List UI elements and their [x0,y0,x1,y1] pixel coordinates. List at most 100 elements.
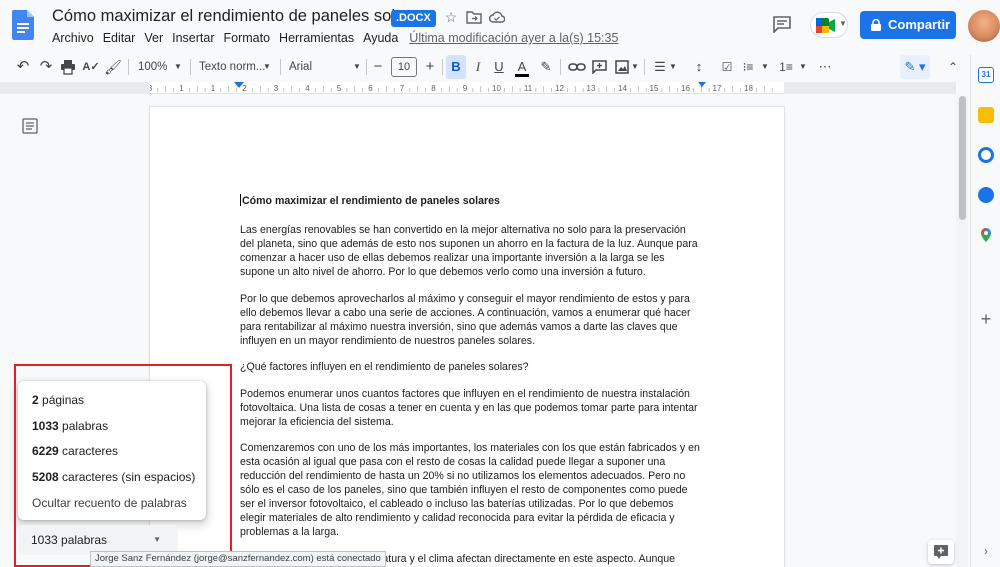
explore-button[interactable] [928,540,954,564]
decrease-font-size-icon[interactable]: − [370,55,386,79]
ruler-tick-label: 8 [431,84,436,93]
undo-icon[interactable]: ↶ [14,55,32,79]
bold-icon[interactable]: B [446,55,466,79]
document-page[interactable]: Cómo maximizar el rendimiento de paneles… [150,107,784,567]
ruler-tick-label: 7 [400,84,405,93]
bulleted-list-icon[interactable]: ⁝≡ [739,55,757,79]
add-addon-icon[interactable]: + [978,310,994,328]
ruler-tick-label: 13 [587,84,596,93]
chevron-down-icon[interactable]: ▼ [798,55,808,79]
collapse-menus-icon[interactable]: ⌃ [944,55,962,79]
meet-icon [816,18,835,33]
menu-formato[interactable]: Formato [224,31,271,45]
toolbar-separator [280,59,281,75]
tasks-icon[interactable] [978,147,994,163]
scrollbar-thumb[interactable] [959,96,966,220]
right-indent-marker-icon[interactable] [698,82,706,87]
explore-icon [934,545,948,559]
ruler-tick-label: 6 [368,84,373,93]
red-highlight-annotation [14,364,232,567]
document-title[interactable]: Cómo maximizar el rendimiento de paneles… [52,7,427,26]
checklist-icon[interactable]: ☑ [718,55,736,79]
ruler[interactable]: 31123456789101112131415161718 [148,82,784,94]
lock-icon [871,19,881,31]
chevron-down-icon[interactable]: ▼ [760,55,770,79]
menu-herramientas[interactable]: Herramientas [279,31,354,45]
user-avatar[interactable] [968,10,1000,42]
expand-panel-icon[interactable]: › [978,543,994,559]
chevron-down-icon: ▼ [174,62,182,71]
increase-font-size-icon[interactable]: + [422,55,438,79]
chevron-down-icon: ▼ [263,62,271,71]
title-bar: Cómo maximizar el rendimiento de paneles… [0,0,1000,52]
document-body[interactable]: Cómo maximizar el rendimiento de paneles… [240,194,700,567]
style-value: Texto norm... [199,61,266,73]
chevron-down-icon[interactable]: ▼ [668,55,678,79]
meet-button[interactable]: ▼ [810,12,848,38]
ruler-tick-label: 16 [681,84,690,93]
contacts-icon[interactable] [978,187,994,203]
highlight-color-icon[interactable]: ✎ [537,55,555,79]
more-options-icon[interactable]: ⋯ [816,55,834,79]
ruler-tick-label: 3 [150,84,153,93]
menu-insertar[interactable]: Insertar [172,31,214,45]
ruler-tick-label: 3 [274,84,279,93]
line-spacing-icon[interactable]: ↕ [690,55,708,79]
menu-archivo[interactable]: Archivo [52,31,94,45]
heading-text: Cómo maximizar el rendimiento de paneles… [242,195,500,207]
underline-icon[interactable]: U [490,55,508,79]
italic-icon[interactable]: I [469,55,487,79]
toolbar-separator [644,59,645,75]
cloud-saved-icon[interactable] [489,9,505,25]
align-left-icon[interactable]: ☰ [651,55,669,79]
docx-format-badge: .DOCX [391,10,436,27]
redo-icon[interactable]: ↷ [37,55,55,79]
menu-ayuda[interactable]: Ayuda [363,31,398,45]
subheading-1: ¿Qué factores influyen en el rendimiento… [240,361,529,373]
toolbar-separator [190,59,191,75]
last-modified-link[interactable]: Última modificación ayer a la(s) 15:35 [409,31,618,45]
maps-icon[interactable] [978,227,994,243]
menu-ver[interactable]: Ver [144,31,163,45]
text-color-icon[interactable]: A [512,55,532,79]
meet-dropdown-icon: ▼ [839,19,847,28]
document-outline-icon[interactable] [22,118,38,134]
keep-icon[interactable] [978,107,994,123]
ruler-tick-label: 12 [555,84,564,93]
paragraph-1: Las energías renovables se han convertid… [240,224,698,278]
font-select[interactable]: Arial ▼ [289,55,365,79]
insert-image-icon[interactable] [615,60,629,74]
ruler-tick-label: 14 [618,84,627,93]
ruler-tick-label: 11 [524,84,533,93]
formatting-toolbar: ↶ ↷ A✓ 🖌 100% ▼ Texto norm... ▼ Arial ▼ − 1… [0,55,970,79]
share-button[interactable]: Compartir [860,11,956,39]
menu-editar[interactable]: Editar [103,31,136,45]
numbered-list-icon[interactable]: 1≡ [777,55,795,79]
add-comment-icon[interactable] [592,60,607,74]
style-select[interactable]: Texto norm... ▼ [199,55,277,79]
toolbar-separator [128,59,129,75]
calendar-icon[interactable]: 31 [978,67,994,83]
zoom-value: 100% [138,61,168,73]
spellcheck-icon[interactable]: A✓ [82,55,100,79]
editing-mode-icon[interactable]: ✎ ▾ [900,55,930,79]
move-folder-icon[interactable] [466,9,482,25]
star-icon[interactable]: ☆ [443,9,459,25]
menu-bar: Archivo Editar Ver Insertar Formato Herramien… [52,31,627,45]
ruler-tick-label: 9 [463,84,468,93]
zoom-select[interactable]: 100% ▼ [138,55,190,79]
paint-format-icon[interactable]: 🖌 [104,55,122,79]
ruler-tick-label: 5 [337,84,342,93]
docs-logo-icon[interactable] [12,10,34,40]
collaborator-tooltip: Jorge Sanz Fernández (jorge@sanzfernande… [90,551,386,567]
comments-icon[interactable] [772,15,792,33]
insert-link-icon[interactable] [568,61,586,73]
chevron-down-icon[interactable]: ▼ [630,55,640,79]
ruler-tick-label: 2 [242,84,247,93]
font-size-input[interactable]: 10 [391,57,417,77]
paragraph-3: Podemos enumerar unos cuantos factores q… [240,387,698,428]
vertical-scrollbar[interactable] [956,96,968,567]
toolbar-separator [560,59,561,75]
print-icon[interactable] [60,59,76,75]
document-heading: Cómo maximizar el rendimiento de paneles… [240,194,700,208]
